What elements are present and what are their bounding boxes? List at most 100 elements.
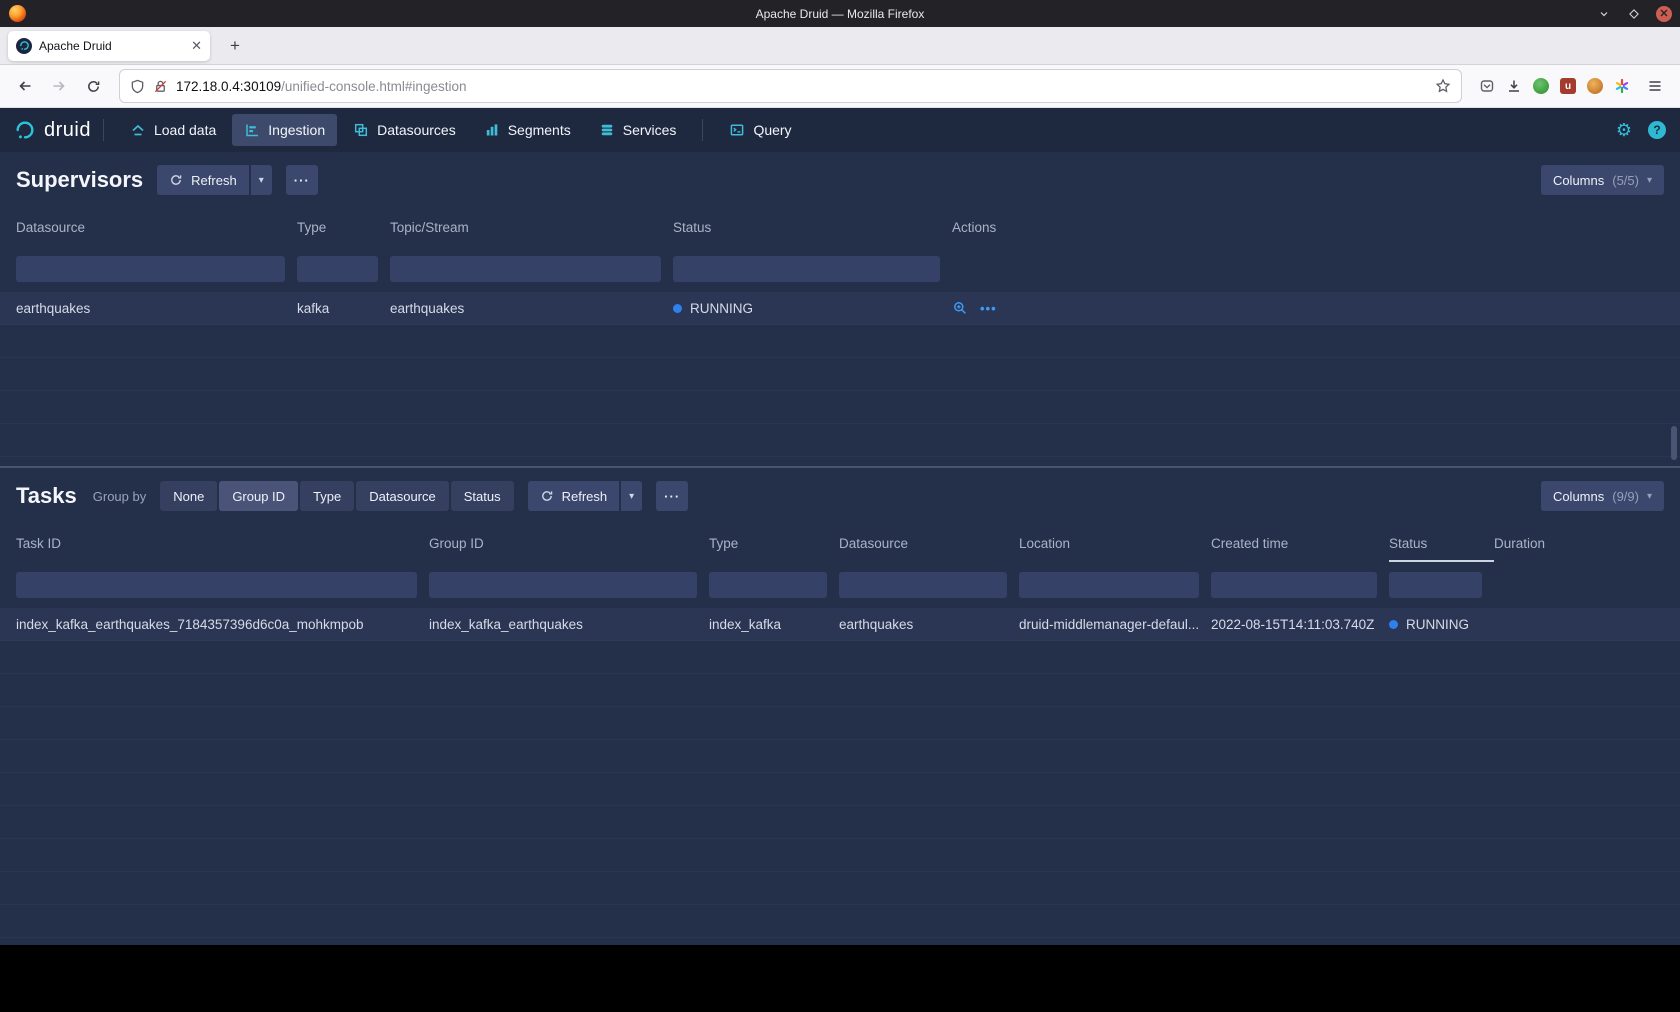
- tasks-table-header: Task ID Group ID Type Datasource Locatio…: [0, 524, 1680, 562]
- druid-header: druid Load data Ingestion Datasources: [0, 108, 1680, 152]
- chevron-down-icon: ▾: [1647, 491, 1652, 502]
- empty-row: [0, 773, 1680, 806]
- column-header-datasource[interactable]: Datasource: [16, 208, 297, 246]
- scrollbar-thumb[interactable]: [1671, 426, 1677, 460]
- supervisors-table-header: Datasource Type Topic/Stream Status Acti…: [0, 208, 1680, 246]
- tasks-filter-status[interactable]: [1389, 572, 1482, 598]
- ublock-origin-icon[interactable]: u: [1560, 78, 1576, 94]
- screen: Apache Druid — Mozilla Firefox ✕ Apache …: [0, 0, 1680, 1012]
- tasks-toolbar: Tasks Group by None Group ID Type Dataso…: [0, 468, 1680, 524]
- divider: [702, 119, 703, 141]
- nav-item-services[interactable]: Services: [587, 114, 689, 146]
- supervisors-filter-datasource[interactable]: [16, 256, 285, 282]
- menu-icon[interactable]: [1640, 71, 1670, 101]
- forward-icon[interactable]: [44, 71, 74, 101]
- column-header-type[interactable]: Type: [709, 524, 839, 562]
- row-more-actions-icon[interactable]: •••: [980, 301, 997, 316]
- settings-gear-icon[interactable]: ⚙: [1616, 121, 1632, 139]
- browser-tab-apache-druid[interactable]: Apache Druid ✕: [8, 31, 210, 61]
- empty-row: [0, 674, 1680, 707]
- column-header-created-time[interactable]: Created time: [1211, 524, 1389, 562]
- task-datasource: earthquakes: [839, 617, 1019, 632]
- supervisors-columns-button[interactable]: Columns (5/5) ▾: [1541, 165, 1664, 195]
- tasks-filter-group-id[interactable]: [429, 572, 697, 598]
- maximize-icon[interactable]: [1626, 6, 1642, 22]
- column-header-location[interactable]: Location: [1019, 524, 1211, 562]
- supervisors-filter-status[interactable]: [673, 256, 940, 282]
- window-titlebar: Apache Druid — Mozilla Firefox ✕: [0, 0, 1680, 27]
- column-header-actions[interactable]: Actions: [952, 208, 1680, 246]
- column-header-topic-stream[interactable]: Topic/Stream: [390, 208, 673, 246]
- divider: [103, 119, 104, 141]
- tasks-refresh-dropdown[interactable]: ▾: [621, 481, 642, 511]
- druid-wordmark: druid: [44, 119, 91, 142]
- datasources-icon: [353, 122, 369, 138]
- downloads-icon[interactable]: [1506, 78, 1522, 94]
- empty-row: [0, 905, 1680, 938]
- close-icon[interactable]: ✕: [1656, 6, 1672, 22]
- tasks-more-button[interactable]: ···: [656, 481, 688, 511]
- tasks-filter-created-time[interactable]: [1211, 572, 1377, 598]
- task-id: index_kafka_earthquakes_7184357396d6c0a_…: [16, 617, 429, 632]
- group-by-none-button[interactable]: None: [160, 481, 217, 511]
- nav-item-ingestion[interactable]: Ingestion: [232, 114, 337, 146]
- orange-extension-icon[interactable]: [1587, 78, 1603, 94]
- supervisor-row[interactable]: earthquakes kafka earthquakes RUNNING ••…: [0, 292, 1680, 325]
- column-header-status[interactable]: Status: [673, 208, 952, 246]
- supervisors-filter-type[interactable]: [297, 256, 378, 282]
- druid-logo[interactable]: druid: [14, 119, 91, 142]
- insecure-lock-icon[interactable]: [153, 79, 168, 94]
- column-header-datasource[interactable]: Datasource: [839, 524, 1019, 562]
- tracking-protection-shield-icon[interactable]: [130, 79, 145, 94]
- nav-item-load-data[interactable]: Load data: [118, 114, 228, 146]
- column-header-status-sorted[interactable]: Status: [1389, 524, 1494, 562]
- tasks-filter-location[interactable]: [1019, 572, 1199, 598]
- tab-bar: Apache Druid ✕ +: [0, 27, 1680, 65]
- group-by-status-button[interactable]: Status: [451, 481, 514, 511]
- column-header-duration[interactable]: Duration: [1494, 524, 1680, 562]
- tab-close-icon[interactable]: ✕: [191, 38, 202, 54]
- firefox-icon: [9, 5, 26, 22]
- help-icon[interactable]: ?: [1648, 121, 1666, 139]
- tasks-filter-task-id[interactable]: [16, 572, 417, 598]
- refresh-icon: [169, 173, 183, 187]
- tasks-refresh-button[interactable]: Refresh: [528, 481, 620, 511]
- empty-row: [0, 424, 1680, 457]
- nav-item-segments[interactable]: Segments: [472, 114, 583, 146]
- supervisors-more-button[interactable]: ···: [286, 165, 318, 195]
- green-extension-icon[interactable]: [1533, 78, 1549, 94]
- task-row[interactable]: index_kafka_earthquakes_7184357396d6c0a_…: [0, 608, 1680, 641]
- task-location: druid-middlemanager-defaul...: [1019, 617, 1211, 632]
- group-by-group-id-button[interactable]: Group ID: [219, 481, 298, 511]
- supervisors-refresh-button[interactable]: Refresh: [157, 165, 249, 195]
- new-tab-button[interactable]: +: [222, 33, 248, 59]
- back-icon[interactable]: [10, 71, 40, 101]
- pocket-icon[interactable]: [1479, 78, 1495, 94]
- pinwheel-extension-icon[interactable]: [1614, 78, 1630, 94]
- column-header-group-id[interactable]: Group ID: [429, 524, 709, 562]
- group-by-type-button[interactable]: Type: [300, 481, 354, 511]
- empty-row: [0, 938, 1680, 945]
- minimize-icon[interactable]: [1596, 6, 1612, 22]
- nav-item-query[interactable]: Query: [717, 114, 803, 146]
- group-by-datasource-button[interactable]: Datasource: [356, 481, 448, 511]
- nav-item-datasources[interactable]: Datasources: [341, 114, 468, 146]
- ingestion-icon: [244, 122, 260, 138]
- supervisor-status: RUNNING: [673, 301, 952, 316]
- supervisors-refresh-dropdown[interactable]: ▾: [251, 165, 272, 195]
- empty-row: [0, 839, 1680, 872]
- tasks-table-body: index_kafka_earthquakes_7184357396d6c0a_…: [0, 608, 1680, 945]
- column-header-type[interactable]: Type: [297, 208, 390, 246]
- url-bar[interactable]: 172.18.0.4:30109/unified-console.html#in…: [120, 70, 1461, 102]
- tasks-filter-type[interactable]: [709, 572, 827, 598]
- supervisors-filter-topic-stream[interactable]: [390, 256, 661, 282]
- window-title: Apache Druid — Mozilla Firefox: [756, 7, 925, 21]
- reload-icon[interactable]: [78, 71, 108, 101]
- bookmark-star-icon[interactable]: [1435, 78, 1451, 94]
- tasks-filter-datasource[interactable]: [839, 572, 1007, 598]
- column-header-task-id[interactable]: Task ID: [16, 524, 429, 562]
- empty-row: [0, 457, 1680, 466]
- magnifier-icon[interactable]: [952, 300, 968, 316]
- tasks-columns-button[interactable]: Columns (9/9) ▾: [1541, 481, 1664, 511]
- task-status: RUNNING: [1389, 617, 1494, 632]
